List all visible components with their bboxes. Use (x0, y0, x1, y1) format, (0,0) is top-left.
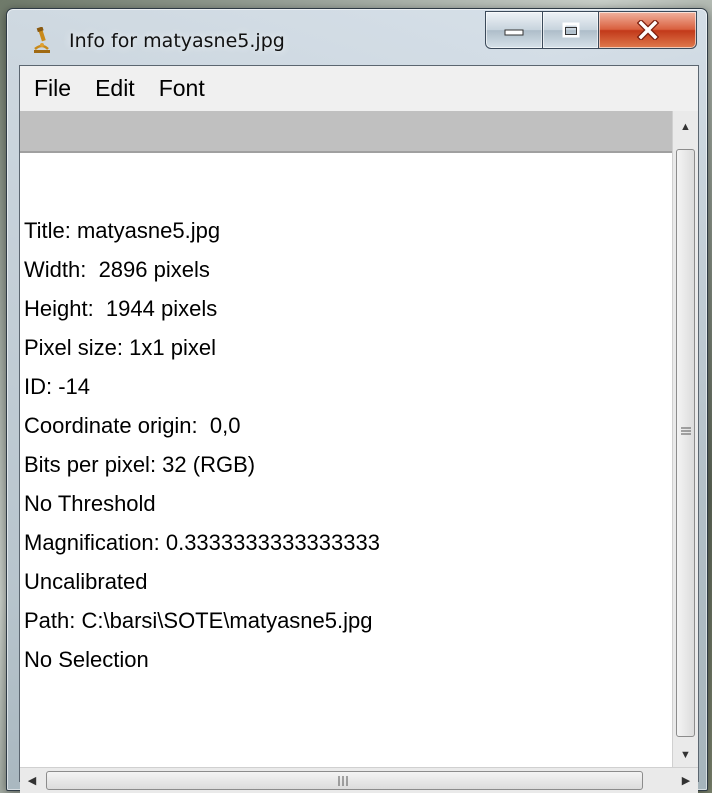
info-line-height[interactable]: Height: 1944 pixels (24, 289, 380, 328)
maximize-icon (562, 22, 579, 38)
close-icon (636, 20, 659, 40)
minimize-button[interactable] (485, 11, 543, 49)
info-line-id[interactable]: ID: -14 (24, 367, 380, 406)
info-line-coordinate-origin[interactable]: Coordinate origin: 0,0 (24, 406, 380, 445)
menu-file[interactable]: File (34, 75, 71, 102)
info-line-threshold[interactable]: No Threshold (24, 484, 380, 523)
caption-buttons (485, 11, 697, 51)
scroll-right-arrow-icon[interactable]: ▶ (674, 768, 698, 793)
scroll-left-arrow-icon[interactable]: ◀ (20, 768, 44, 793)
close-button[interactable] (599, 11, 697, 49)
menu-edit[interactable]: Edit (95, 75, 135, 102)
microscope-icon (34, 27, 50, 53)
info-line-calibration[interactable]: Uncalibrated (24, 562, 380, 601)
info-lines: Title: matyasne5.jpg Width: 2896 pixels … (24, 211, 380, 679)
scroll-up-arrow-icon[interactable]: ▲ (673, 115, 698, 139)
info-line-bits-per-pixel[interactable]: Bits per pixel: 32 (RGB) (24, 445, 380, 484)
maximize-button[interactable] (543, 11, 599, 49)
info-line-width[interactable]: Width: 2896 pixels (24, 250, 380, 289)
menu-font[interactable]: Font (159, 75, 205, 102)
vertical-scroll-thumb[interactable] (676, 149, 695, 737)
info-line-magnification[interactable]: Magnification: 0.3333333333333333 (24, 523, 380, 562)
info-line-title[interactable]: Title: matyasne5.jpg (24, 211, 380, 250)
scroll-down-arrow-icon[interactable]: ▼ (673, 743, 698, 767)
info-window: Info for matyasne5.jpg File Edit Font Ti… (6, 8, 708, 793)
info-text-panel[interactable]: Title: matyasne5.jpg Width: 2896 pixels … (20, 111, 672, 767)
title-bar[interactable]: Info for matyasne5.jpg (7, 9, 707, 69)
horizontal-scrollbar[interactable]: ◀ ▶ (20, 767, 698, 793)
minimize-icon (504, 29, 524, 36)
grip-icon (338, 776, 348, 786)
window-client-area: File Edit Font Title: matyasne5.jpg Widt… (19, 65, 699, 793)
horizontal-scroll-thumb[interactable] (46, 771, 643, 790)
window-title: Info for matyasne5.jpg (69, 30, 285, 52)
info-line-pixel-size[interactable]: Pixel size: 1x1 pixel (24, 328, 380, 367)
grip-icon (681, 427, 691, 435)
column-header-strip (20, 111, 672, 153)
vertical-scrollbar[interactable]: ▲ ▼ (672, 111, 698, 767)
info-line-selection[interactable]: No Selection (24, 640, 380, 679)
menu-bar: File Edit Font (20, 66, 698, 111)
info-line-path[interactable]: Path: C:\barsi\SOTE\matyasne5.jpg (24, 601, 380, 640)
